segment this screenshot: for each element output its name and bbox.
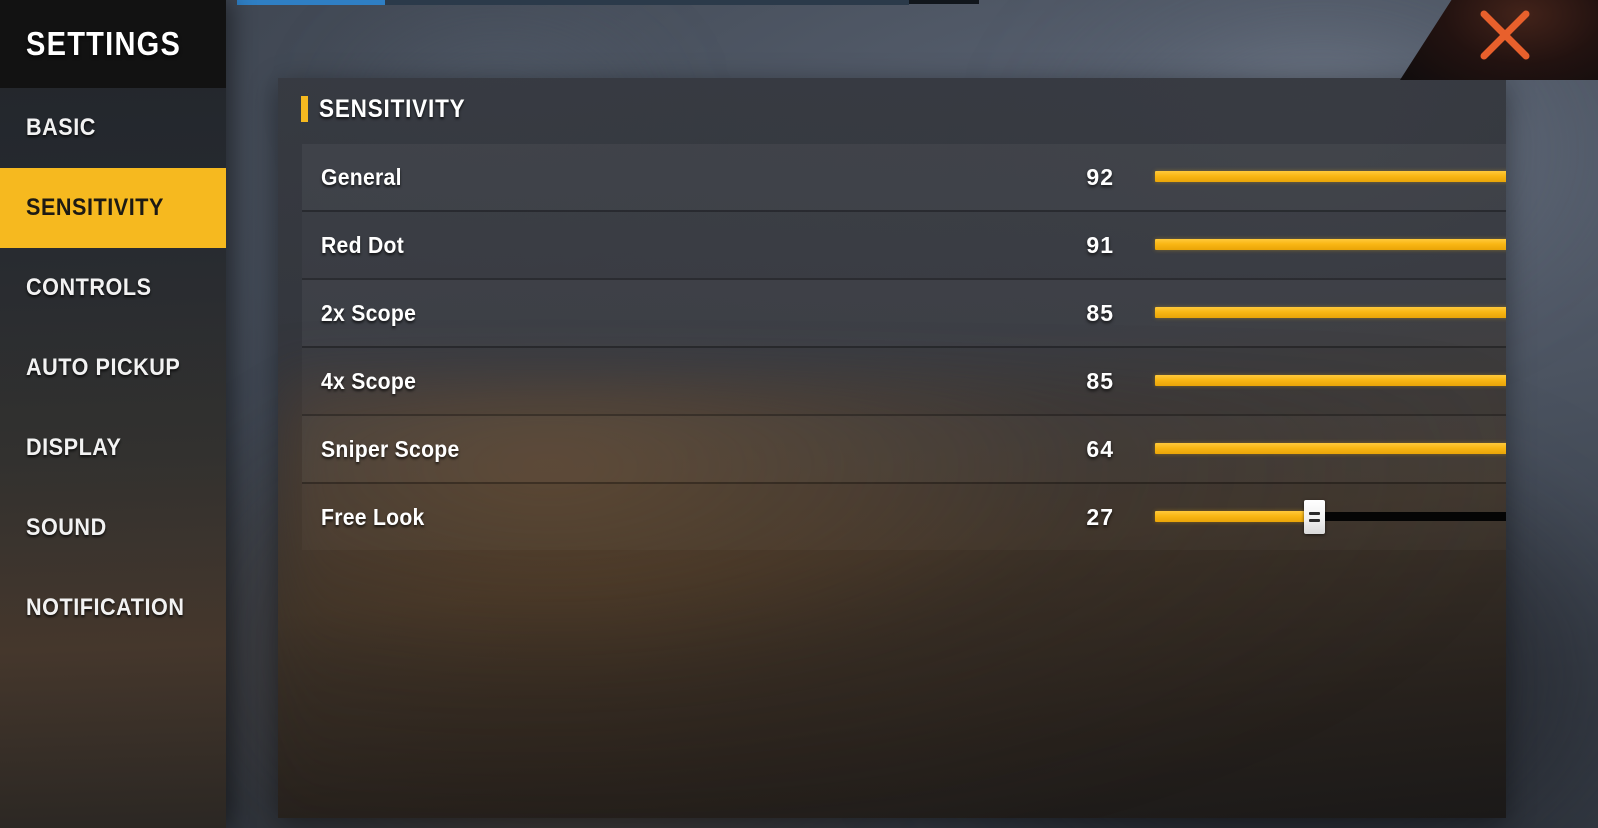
sidebar-header: SETTINGS [0, 0, 226, 88]
top-progress-strip [0, 0, 1598, 8]
sensitivity-row-value: 27 [1086, 503, 1114, 530]
sidebar-item-display[interactable]: DISPLAY [0, 408, 226, 488]
sensitivity-row: Red Dot 91 [302, 210, 1506, 278]
sensitivity-rows: General 92 Red Dot 91 2x Scope 85 4x Scope 85 Sn… [302, 144, 1506, 550]
slider-fill [1155, 171, 1506, 182]
sidebar-item-label: NOTIFICATION [26, 594, 185, 621]
slider-fill [1155, 375, 1506, 386]
sidebar-item-label: DISPLAY [26, 434, 122, 461]
sensitivity-row-value: 85 [1086, 299, 1114, 326]
sidebar-item-sound[interactable]: SOUND [0, 488, 226, 568]
settings-sidebar: SETTINGS BASIC SENSITIVITY CONTROLS AUTO PI… [0, 0, 226, 828]
sensitivity-row-value: 92 [1086, 163, 1114, 190]
game-settings-screen: SETTINGS BASIC SENSITIVITY CONTROLS AUTO PI… [0, 0, 1598, 828]
sensitivity-row-value: 64 [1086, 435, 1114, 462]
sensitivity-row-label: Free Look [321, 503, 425, 530]
sidebar-item-label: AUTO PICKUP [26, 354, 181, 381]
sidebar-item-label: SENSITIVITY [26, 194, 164, 221]
sensitivity-row: General 92 [302, 144, 1506, 210]
sidebar-item-auto-pickup[interactable]: AUTO PICKUP [0, 328, 226, 408]
top-strip-dark-segment [909, 0, 979, 4]
slider-thumb-grip-line [1309, 512, 1320, 515]
sensitivity-slider[interactable] [1155, 296, 1506, 330]
sensitivity-row-label: 4x Scope [321, 367, 417, 394]
sensitivity-slider[interactable] [1155, 228, 1506, 262]
sensitivity-slider[interactable] [1155, 364, 1506, 398]
slider-thumb-grip-line [1309, 519, 1320, 522]
sensitivity-slider[interactable] [1155, 432, 1506, 466]
sidebar-item-notification[interactable]: NOTIFICATION [0, 568, 226, 648]
page-title: SETTINGS [26, 25, 182, 62]
top-progress-fill [237, 0, 385, 5]
sensitivity-row-label: Red Dot [321, 231, 405, 258]
sidebar-nav: BASIC SENSITIVITY CONTROLS AUTO PICKUP DISPL… [0, 88, 226, 648]
sidebar-item-label: BASIC [26, 114, 96, 141]
sidebar-item-label: SOUND [26, 514, 107, 541]
sensitivity-row: Free Look 27 [302, 482, 1506, 550]
sidebar-item-basic[interactable]: BASIC [0, 88, 226, 168]
section-title: SENSITIVITY [319, 94, 466, 123]
close-x-icon [1480, 10, 1530, 60]
sensitivity-row-label: 2x Scope [321, 299, 417, 326]
sensitivity-slider[interactable] [1155, 160, 1506, 194]
settings-content-panel: SENSITIVITY General 92 Red Dot 91 2x Scope 85… [278, 78, 1506, 818]
sensitivity-row-label: Sniper Scope [321, 435, 460, 462]
sidebar-item-label: CONTROLS [26, 274, 152, 301]
slider-fill [1155, 239, 1506, 250]
sensitivity-row-value: 85 [1086, 367, 1114, 394]
sidebar-item-controls[interactable]: CONTROLS [0, 248, 226, 328]
sensitivity-row: 2x Scope 85 [302, 278, 1506, 346]
sensitivity-slider[interactable] [1155, 500, 1506, 534]
section-header: SENSITIVITY [278, 78, 1506, 140]
section-accent-bar [301, 96, 308, 122]
sensitivity-row: 4x Scope 85 [302, 346, 1506, 414]
sensitivity-row-value: 91 [1086, 231, 1114, 258]
close-button[interactable] [1400, 0, 1598, 80]
slider-fill [1155, 511, 1314, 522]
slider-fill [1155, 307, 1506, 318]
slider-fill [1155, 443, 1506, 454]
slider-thumb[interactable] [1304, 500, 1325, 534]
sensitivity-row: Sniper Scope 64 [302, 414, 1506, 482]
sensitivity-row-label: General [321, 163, 402, 190]
sidebar-item-sensitivity[interactable]: SENSITIVITY [0, 168, 226, 248]
